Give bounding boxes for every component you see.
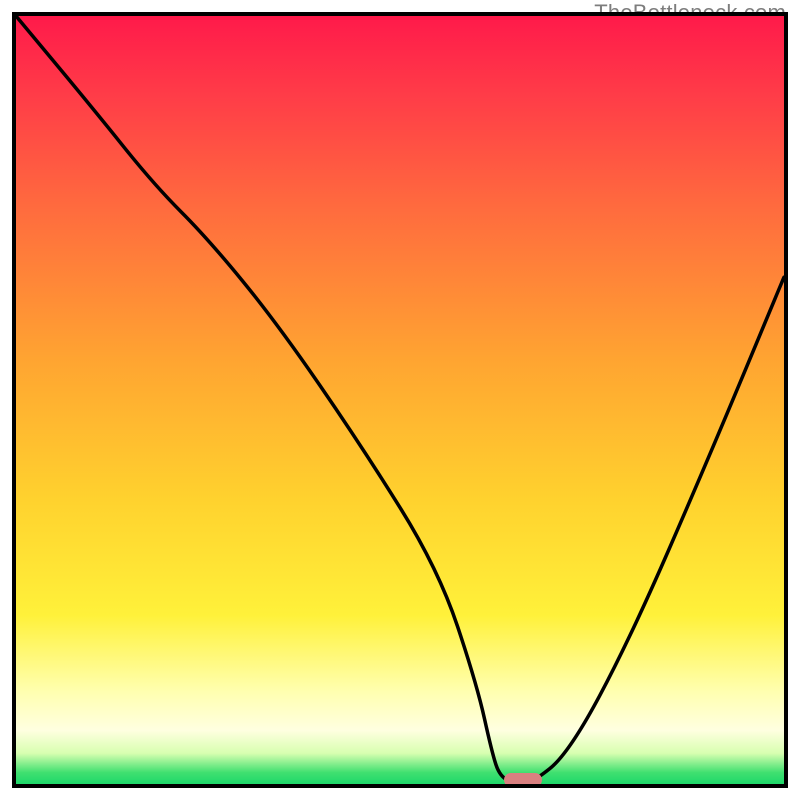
- optimal-marker: [504, 773, 542, 787]
- curve-layer: [16, 16, 784, 784]
- bottleneck-chart: TheBottleneck.com: [0, 0, 800, 800]
- plot-area: [12, 12, 788, 788]
- bottleneck-curve-path: [16, 16, 784, 784]
